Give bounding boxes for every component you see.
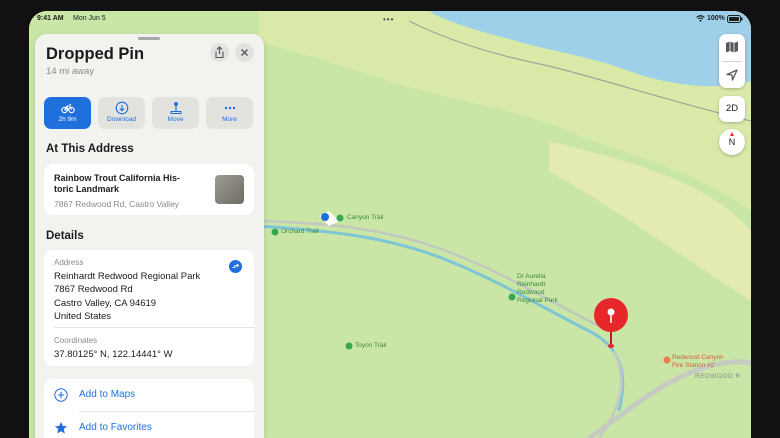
place-name-line2: toric Landmark (54, 184, 120, 194)
ipad-screen: 9:41 AM Mon Jun 5 ••• 100% 2D N Canyon T… (29, 11, 751, 438)
battery-percent: 100% (707, 15, 725, 22)
battery-icon (727, 15, 743, 25)
download-button[interactable]: Download (98, 97, 145, 129)
share-icon (215, 46, 224, 59)
directions-label: 2h 9m (58, 116, 77, 123)
address-line-2: 7867 Redwood Rd (54, 284, 133, 296)
more-button[interactable]: More (206, 97, 253, 129)
navigate-icon (232, 263, 240, 268)
map-directions-button[interactable] (229, 260, 242, 273)
panel-grabber[interactable] (138, 37, 160, 40)
map-label-fire-line2: Fire Station #2 (672, 362, 715, 369)
at-address-heading: At This Address (46, 143, 134, 155)
add-to-maps-row[interactable]: Add to Maps (44, 379, 254, 411)
place-panel: Dropped Pin 14 mi away 2h 9m Download Mo… (35, 34, 264, 438)
close-icon (241, 49, 248, 56)
details-divider (54, 327, 254, 328)
bicycle-icon (60, 104, 75, 114)
place-card[interactable]: Rainbow Trout California His- toric Land… (44, 164, 254, 215)
status-time: 9:41 AM (37, 15, 64, 22)
map-label-park-line2: Reinhardt (517, 281, 546, 288)
actions-list: Add to Maps Add to Favorites (44, 379, 254, 438)
details-card: Address Reinhardt Redwood Regional Park … (44, 250, 254, 366)
details-heading: Details (46, 230, 84, 242)
download-label: Download (107, 116, 136, 123)
address-line-4: United States (54, 310, 112, 322)
map-label-park-line4: Regional Park (517, 297, 558, 304)
add-to-favorites-row[interactable]: Add to Favorites (44, 412, 254, 438)
map-label-park-line3: Redwood (517, 289, 545, 296)
map-control-group (719, 34, 745, 88)
map-mode-icon[interactable] (725, 40, 739, 54)
plus-icon (54, 388, 68, 402)
address-line-3: Castro Valley, CA 94619 (54, 297, 157, 309)
compass-button[interactable]: N (719, 129, 745, 155)
multitask-dots-icon[interactable]: ••• (383, 15, 394, 24)
more-icon (224, 106, 235, 110)
close-button[interactable] (235, 43, 254, 62)
map-label-orchard-trail[interactable]: Orchard Trail (281, 228, 319, 235)
distance-text: 14 mi away (46, 66, 95, 77)
map-label-fire-line1: Redwood Canyon (672, 354, 724, 361)
place-thumbnail[interactable] (215, 175, 244, 204)
address-value[interactable]: Reinhardt Redwood Regional Park 7867 Red… (54, 270, 200, 323)
map-label-park[interactable]: Dr Aurelia Reinhardt Redwood Regional Pa… (517, 273, 558, 305)
map-label-toyon-trail[interactable]: Toyon Trail (355, 342, 386, 349)
coordinates-label: Coordinates (54, 336, 98, 345)
address-label: Address (54, 258, 84, 267)
map-label-fire-station[interactable]: Redwood Canyon Fire Station #2 (672, 354, 724, 370)
view-mode-2d-button[interactable]: 2D (719, 96, 745, 122)
move-label: Move (167, 116, 184, 123)
add-to-favorites-label: Add to Favorites (79, 422, 152, 433)
wifi-icon (696, 15, 705, 24)
directions-button[interactable]: 2h 9m (44, 97, 91, 129)
address-line-1: Reinhardt Redwood Regional Park (54, 271, 201, 282)
coordinates-value[interactable]: 37.80125° N, 122.14441° W (54, 348, 173, 361)
map-label-park-line1: Dr Aurelia (517, 273, 546, 280)
share-button[interactable] (210, 43, 229, 62)
place-address: 7867 Redwood Rd, Castro Valley (54, 199, 180, 209)
page-title: Dropped Pin (46, 45, 145, 63)
map-label-canyon-trail[interactable]: Canyon Trail (347, 214, 384, 221)
location-arrow-icon[interactable] (725, 68, 739, 82)
move-button[interactable]: Move (152, 97, 199, 129)
add-to-maps-label: Add to Maps (79, 389, 136, 400)
more-label: More (222, 116, 237, 123)
place-name-line1: Rainbow Trout California His- (54, 173, 181, 183)
place-name: Rainbow Trout California His- toric Land… (54, 173, 180, 195)
status-date: Mon Jun 5 (73, 15, 106, 22)
move-icon (170, 102, 181, 114)
map-label-road: REDWOOD R (695, 373, 741, 380)
star-icon (55, 422, 67, 434)
download-icon (115, 101, 128, 115)
compass-label: N (728, 137, 736, 147)
